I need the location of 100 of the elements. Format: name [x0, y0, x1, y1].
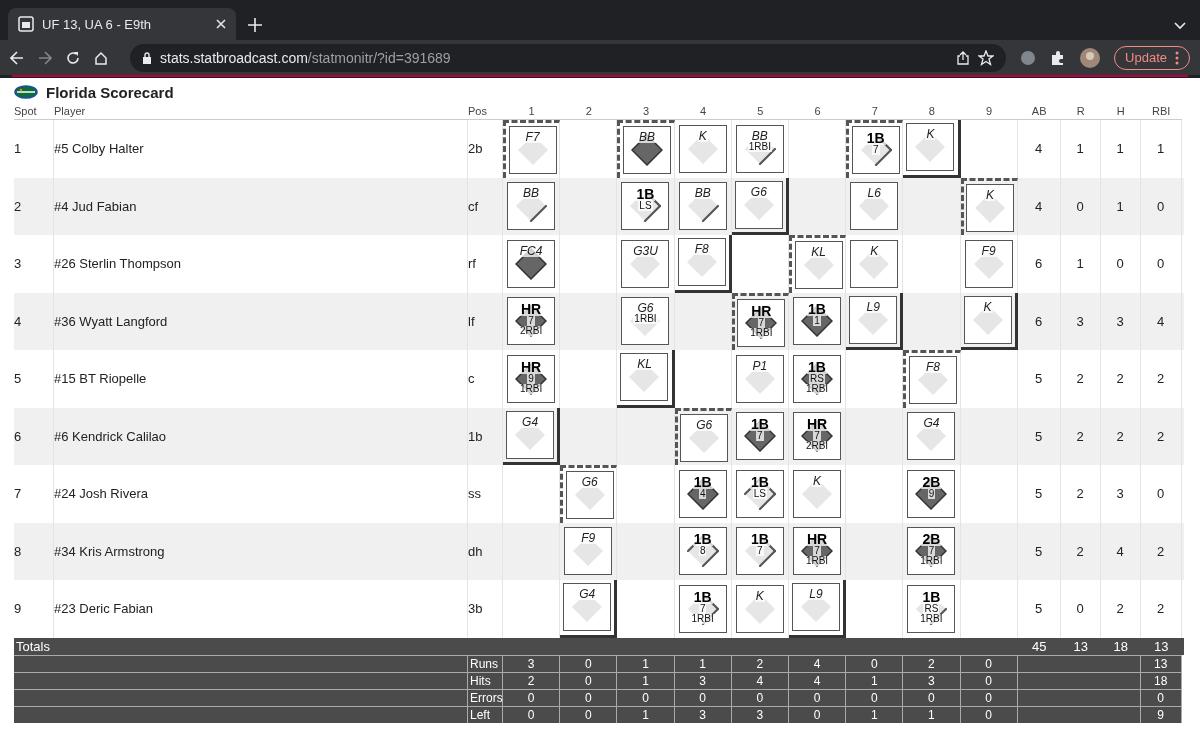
player-name: #5 Colby Halter — [54, 120, 468, 178]
column-header: R — [1060, 103, 1101, 120]
player-name: #23 Deric Fabian — [54, 580, 468, 638]
more-icon — [1175, 50, 1179, 65]
share-icon[interactable] — [956, 50, 971, 65]
stat-cell: 0 — [1060, 177, 1101, 235]
result-label: K — [982, 300, 993, 313]
position-cell: ss — [468, 465, 503, 523]
spot-cell: 7 — [14, 465, 54, 523]
stat-cell: 6 — [1017, 235, 1061, 293]
scorecard-title: Florida Scorecard — [46, 83, 174, 101]
stat-cell: 0 — [1140, 235, 1182, 293]
back-arrow-icon[interactable] — [10, 50, 24, 65]
star-icon[interactable] — [978, 49, 995, 66]
stat-cell: 4 — [1100, 522, 1141, 580]
browser-tab[interactable]: UF 13, UA 6 - E9th — [8, 8, 236, 40]
column-header: AB — [1017, 103, 1061, 120]
result-label: F8 — [924, 361, 941, 374]
player-name: #6 Kendrick Calilao — [54, 407, 468, 465]
total-value: 13 — [1152, 637, 1170, 655]
result-label: G6 — [695, 418, 714, 431]
result-label: 1B — [635, 187, 656, 202]
stat-cell: 1 — [1060, 120, 1101, 178]
column-header: Player — [54, 103, 468, 120]
result-label: K — [925, 128, 936, 141]
column-header: 7 — [846, 103, 904, 120]
new-tab-icon[interactable] — [248, 18, 262, 32]
column-header: RBI — [1140, 103, 1182, 120]
result-label: 1B — [921, 589, 942, 604]
column-header: 6 — [788, 103, 847, 120]
stat-cell: 4 — [1017, 177, 1061, 235]
position-cell: 1b — [468, 407, 503, 465]
result-label: BB — [637, 131, 656, 144]
spot-cell: 5 — [14, 350, 54, 408]
spot-cell: 6 — [14, 407, 54, 465]
home-icon[interactable] — [94, 50, 108, 65]
result-label: 1B — [692, 474, 713, 489]
extension-icon[interactable] — [1020, 49, 1037, 66]
total-value: 45 — [1030, 637, 1048, 655]
stat-cell: 5 — [1017, 407, 1061, 465]
result-label: BB — [750, 129, 769, 142]
stat-cell: 5 — [1017, 580, 1061, 638]
stat-cell: 6 — [1017, 292, 1061, 350]
column-header: 1 — [503, 103, 561, 120]
stat-cell: 0 — [1100, 235, 1141, 293]
result-label: 2B — [921, 474, 942, 489]
player-name: #34 Kris Armstrong — [54, 522, 468, 580]
stat-cell: 2 — [1060, 522, 1101, 580]
address-bar[interactable]: stats.statbroadcast.com/statmonitr/?id=391689 — [130, 43, 1007, 72]
stat-cell: 2 — [1140, 580, 1182, 638]
stat-cell: 2 — [1060, 407, 1101, 465]
column-header: 3 — [617, 103, 675, 120]
result-label: BB — [693, 187, 712, 200]
result-label: F7 — [524, 131, 541, 144]
stat-cell: 4 — [1140, 292, 1182, 350]
play-detail: 7 — [757, 317, 766, 328]
result-label: G4 — [578, 588, 597, 601]
avatar-icon[interactable] — [1080, 47, 1101, 68]
column-header: 2 — [560, 103, 618, 120]
play-detail: 7 — [698, 603, 707, 614]
result-label: 1B — [865, 131, 886, 146]
player-name: #4 Jud Fabian — [54, 177, 468, 235]
play-detail: 9 — [927, 488, 936, 499]
result-label: HR — [519, 359, 543, 374]
close-icon[interactable] — [216, 19, 226, 29]
result-label: KL — [810, 246, 827, 259]
result-label: 1B — [749, 417, 770, 432]
result-label: F9 — [980, 244, 997, 257]
result-label: 1B — [807, 359, 827, 374]
play-detail: 1RBI — [518, 383, 544, 394]
result-label: F8 — [693, 243, 710, 256]
result-label: G4 — [521, 415, 540, 428]
result-label: 1B — [807, 302, 827, 317]
spot-cell: 3 — [14, 235, 54, 293]
tab-title: UF 13, UA 6 - E9th — [42, 16, 153, 32]
result-label: 1B — [692, 532, 713, 547]
result-label: K — [985, 188, 996, 201]
stat-cell: 2 — [1060, 465, 1101, 523]
position-cell: rf — [468, 235, 503, 293]
reload-icon[interactable] — [66, 50, 80, 65]
column-header: 8 — [903, 103, 961, 120]
stat-cell: 2 — [1140, 407, 1182, 465]
position-cell: c — [468, 350, 503, 408]
spot-cell: 8 — [14, 522, 54, 580]
chevron-down-icon[interactable] — [1174, 22, 1186, 30]
stat-cell: 2 — [1140, 350, 1182, 408]
result-label: HR — [805, 417, 829, 432]
forward-arrow-icon[interactable] — [38, 50, 52, 65]
stat-cell: 1 — [1100, 120, 1141, 178]
lock-icon — [142, 51, 152, 64]
result-label: KL — [636, 358, 653, 371]
play-detail: 4 — [698, 488, 707, 499]
result-label: F9 — [580, 532, 597, 545]
play-detail: 1RBI — [919, 613, 944, 624]
result-label: P1 — [751, 359, 769, 372]
stat-cell: 5 — [1017, 465, 1061, 523]
result-label: BB — [522, 187, 541, 200]
stat-cell: 1 — [1140, 120, 1182, 178]
play-detail: 7 — [756, 546, 764, 557]
player-name: #36 Wyatt Langford — [54, 292, 468, 350]
